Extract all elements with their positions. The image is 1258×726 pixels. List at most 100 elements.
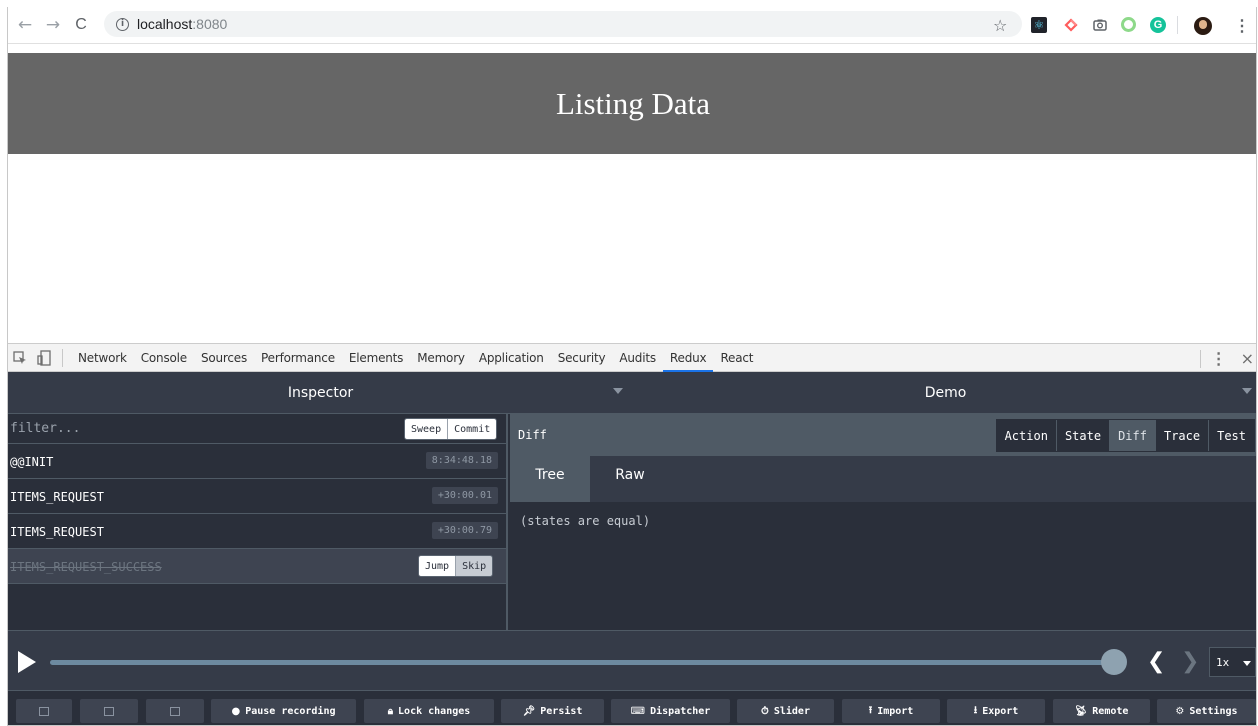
tab-trace[interactable]: Trace [1154, 420, 1209, 451]
tab-action[interactable]: Action [996, 420, 1056, 451]
tab-diff[interactable]: Diff [1109, 420, 1155, 451]
devtools-tab-console[interactable]: Console [134, 343, 194, 372]
download-icon: ⭳ [973, 704, 978, 716]
redux-header: Inspector Demo [8, 372, 1256, 414]
dock-right-icon [104, 706, 114, 716]
action-item[interactable]: ITEMS_REQUEST +30:00.01 [8, 479, 506, 514]
export-button[interactable]: ⭳ Export [947, 699, 1045, 723]
react-devtools-extension-icon[interactable]: ⚛ [1031, 17, 1047, 33]
previous-action-icon[interactable]: ❮ [1147, 649, 1165, 674]
diff-view-tabs: Tree Raw [510, 456, 1256, 502]
inspector-tabs: Action State Diff Trace Test [995, 419, 1255, 452]
playback-speed-select[interactable]: 1x [1209, 647, 1256, 677]
tab-test[interactable]: Test [1208, 420, 1254, 451]
back-icon[interactable]: ← [14, 14, 36, 36]
persist-button[interactable]: 📌︎ Persist [501, 699, 604, 723]
inspect-element-icon[interactable] [8, 346, 32, 370]
inspector-title: Diff [518, 428, 547, 442]
action-list-panel: filter... Sweep Commit @@INIT 8:34:48.18… [8, 414, 508, 630]
speed-value: 1x [1216, 655, 1230, 669]
devtools-tab-elements[interactable]: Elements [342, 343, 410, 372]
next-action-icon[interactable]: ❯ [1181, 649, 1199, 674]
reload-icon[interactable]: C [70, 14, 92, 36]
subtab-tree[interactable]: Tree [510, 456, 590, 502]
action-name: ITEMS_REQUEST [10, 525, 104, 539]
devtools-menu-icon[interactable]: ⋮ [1211, 349, 1227, 369]
devtools-tab-network[interactable]: Network [71, 343, 134, 372]
devtools-tab-sources[interactable]: Sources [194, 343, 254, 372]
pin-icon: 📌︎ [522, 705, 536, 717]
browser-toolbar: ← → C i localhost:8080 ☆ ⚛ G ⋮ [8, 7, 1256, 43]
play-icon[interactable] [18, 651, 36, 673]
lock-changes-label: Lock changes [398, 705, 471, 717]
address-bar[interactable]: i localhost:8080 [104, 11, 1022, 37]
ring-extension-icon[interactable] [1121, 17, 1136, 32]
toolbar-divider [1177, 16, 1178, 34]
dispatcher-button[interactable]: ⌨ Dispatcher [611, 699, 730, 723]
subtab-raw[interactable]: Raw [590, 456, 670, 502]
action-item[interactable]: @@INIT 8:34:48.18 [8, 444, 506, 479]
commit-button[interactable]: Commit [447, 419, 497, 439]
settings-button[interactable]: ⚙ Settings [1157, 699, 1256, 723]
jump-button[interactable]: Jump [419, 556, 456, 576]
monitor-dropdown-icon[interactable] [613, 388, 623, 394]
layout-bottom-button[interactable] [146, 699, 204, 723]
devtools-divider [62, 348, 63, 367]
browser-menu-icon[interactable]: ⋮ [1234, 16, 1250, 36]
keyboard-icon: ⌨ [630, 705, 646, 717]
tab-state[interactable]: State [1055, 420, 1110, 451]
forward-icon[interactable]: → [42, 14, 64, 36]
grammarly-extension-icon[interactable]: G [1150, 17, 1166, 33]
devtools-tab-application[interactable]: Application [472, 343, 551, 372]
action-timestamp: +30:00.79 [431, 522, 498, 539]
dispatcher-label: Dispatcher [650, 705, 711, 717]
redux-devtools-extension-icon[interactable] [1063, 17, 1079, 33]
devtools-tab-redux[interactable]: Redux [662, 343, 714, 372]
action-item[interactable]: ITEMS_REQUEST +30:00.79 [8, 514, 506, 549]
skip-button[interactable]: Skip [455, 556, 493, 576]
profile-avatar[interactable] [1194, 17, 1212, 35]
devtools-tab-security[interactable]: Security [551, 343, 613, 372]
export-label: Export [982, 705, 1019, 717]
gear-icon: ⚙ [1175, 705, 1185, 717]
instance-dropdown-icon[interactable] [1242, 388, 1252, 394]
filter-row: filter... Sweep Commit [8, 414, 506, 444]
devtools-tab-react[interactable]: React [713, 343, 760, 372]
redux-bottom-toolbar: ● Pause recording 🔒︎ Lock changes 📌︎ Persis… [8, 690, 1256, 725]
dock-left-icon [39, 706, 49, 716]
action-item-selected[interactable]: ITEMS_REQUEST_SUCCESS Jump Skip [8, 549, 506, 584]
timeline-slider-track[interactable] [50, 660, 1117, 665]
remote-button[interactable]: 📡︎ Remote [1053, 699, 1150, 723]
layout-right-button[interactable] [80, 699, 138, 723]
layout-left-button[interactable] [16, 699, 72, 723]
action-timestamp: 8:34:48.18 [425, 452, 498, 469]
close-devtools-icon[interactable]: × [1241, 349, 1254, 368]
page-title: Listing Data [555, 85, 711, 121]
remote-label: Remote [1092, 705, 1129, 717]
devtools-tab-memory[interactable]: Memory [410, 343, 472, 372]
page-viewport: Listing Data [8, 43, 1256, 343]
lock-icon: 🔒︎ [387, 705, 394, 717]
redux-devtools-panel: Inspector Demo filter... Sweep Commit @@… [8, 372, 1256, 725]
timeline-slider-thumb[interactable] [1101, 649, 1127, 675]
devtools-tab-audits[interactable]: Audits [612, 343, 663, 372]
action-name: @@INIT [10, 455, 54, 469]
pause-recording-button[interactable]: ● Pause recording [211, 699, 356, 723]
lock-changes-button[interactable]: 🔒︎ Lock changes [364, 699, 494, 723]
action-name: ITEMS_REQUEST_SUCCESS [10, 560, 162, 574]
slider-button[interactable]: ⏱︎ Slider [737, 699, 834, 723]
import-button[interactable]: ⭱ Import [842, 699, 940, 723]
import-label: Import [877, 705, 914, 717]
devtools-tab-performance[interactable]: Performance [254, 343, 342, 372]
devtools-controls: ⋮ × [1199, 344, 1256, 373]
device-toolbar-icon[interactable] [32, 346, 56, 370]
monitor-select[interactable]: Inspector [8, 372, 633, 414]
bookmark-star-icon[interactable]: ☆ [993, 16, 1007, 35]
instance-select[interactable]: Demo [633, 372, 1256, 414]
camera-extension-icon[interactable] [1092, 17, 1108, 33]
info-icon[interactable]: i [116, 17, 129, 31]
slider-monitor: ❮ ❯ 1x [8, 630, 1256, 690]
filter-input[interactable]: filter... [10, 421, 80, 436]
devtools-divider [1199, 349, 1201, 368]
sweep-button[interactable]: Sweep [405, 419, 448, 439]
